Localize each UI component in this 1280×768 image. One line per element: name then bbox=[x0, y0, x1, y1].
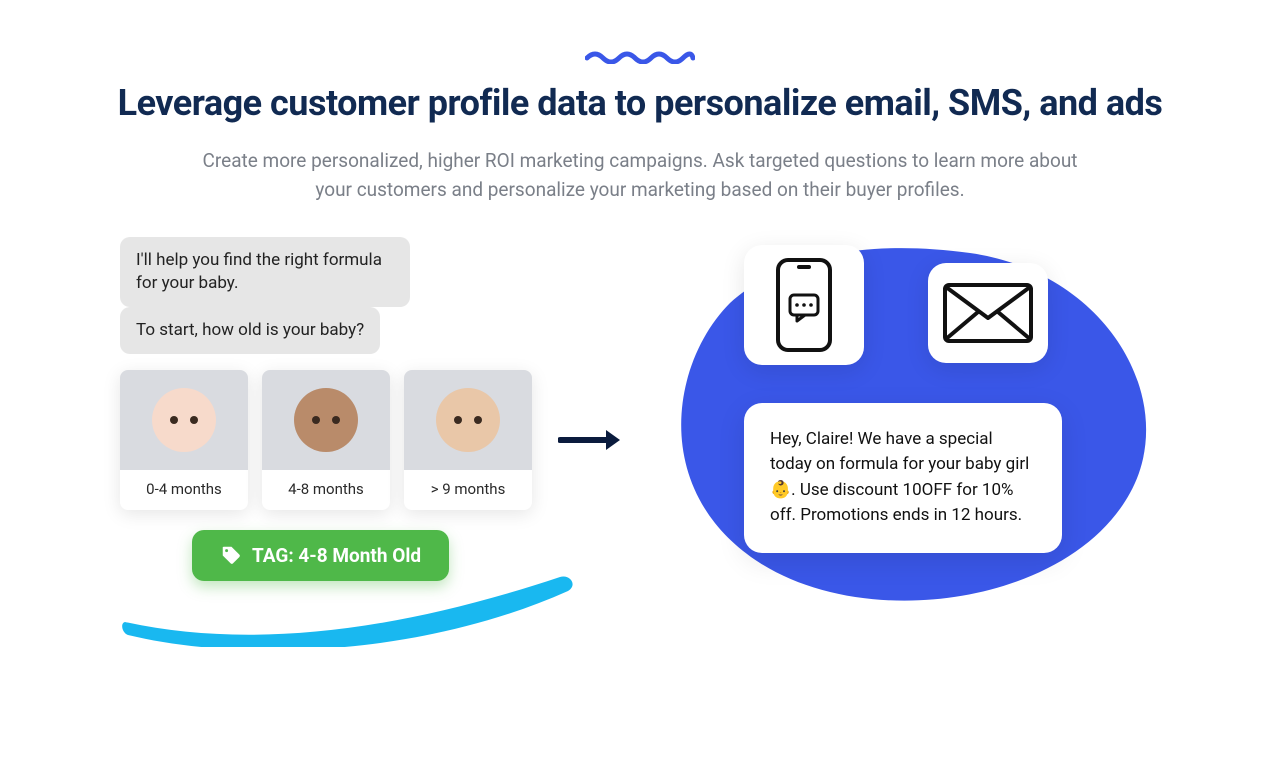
sms-channel-card bbox=[744, 245, 864, 365]
phone-sms-icon bbox=[775, 257, 833, 353]
chat-bubble-1: I'll help you find the right formula for… bbox=[120, 237, 410, 307]
promo-message-card: Hey, Claire! We have a special today on … bbox=[744, 403, 1062, 553]
baby-photo-1 bbox=[120, 370, 248, 470]
squiggle-divider bbox=[0, 48, 1280, 64]
age-option-label: 0-4 months bbox=[120, 470, 248, 510]
envelope-icon bbox=[942, 282, 1034, 344]
result-tag: TAG: 4-8 Month Old bbox=[192, 530, 449, 581]
page-title: Leverage customer profile data to person… bbox=[0, 82, 1280, 124]
delivery-panel: Hey, Claire! We have a special today on … bbox=[640, 233, 1160, 633]
age-option-4-8[interactable]: 4-8 months bbox=[262, 370, 390, 510]
connector-line bbox=[984, 361, 990, 407]
tag-icon bbox=[220, 544, 242, 566]
baby-photo-2 bbox=[262, 370, 390, 470]
age-option-9plus[interactable]: > 9 months bbox=[404, 370, 532, 510]
arrow-icon bbox=[558, 427, 624, 453]
connector-line bbox=[800, 363, 806, 407]
chat-panel: I'll help you find the right formula for… bbox=[120, 237, 550, 581]
page-subtitle: Create more personalized, higher ROI mar… bbox=[190, 146, 1090, 205]
result-tag-label: TAG: 4-8 Month Old bbox=[252, 544, 421, 567]
age-option-label: 4-8 months bbox=[262, 470, 390, 510]
email-channel-card bbox=[928, 263, 1048, 363]
baby-photo-3 bbox=[404, 370, 532, 470]
age-options: 0-4 months 4-8 months > 9 months bbox=[120, 370, 550, 510]
age-option-0-4[interactable]: 0-4 months bbox=[120, 370, 248, 510]
age-option-label: > 9 months bbox=[404, 470, 532, 510]
chat-bubble-2: To start, how old is your baby? bbox=[120, 307, 380, 354]
promo-message-text: Hey, Claire! We have a special today on … bbox=[770, 429, 1029, 526]
